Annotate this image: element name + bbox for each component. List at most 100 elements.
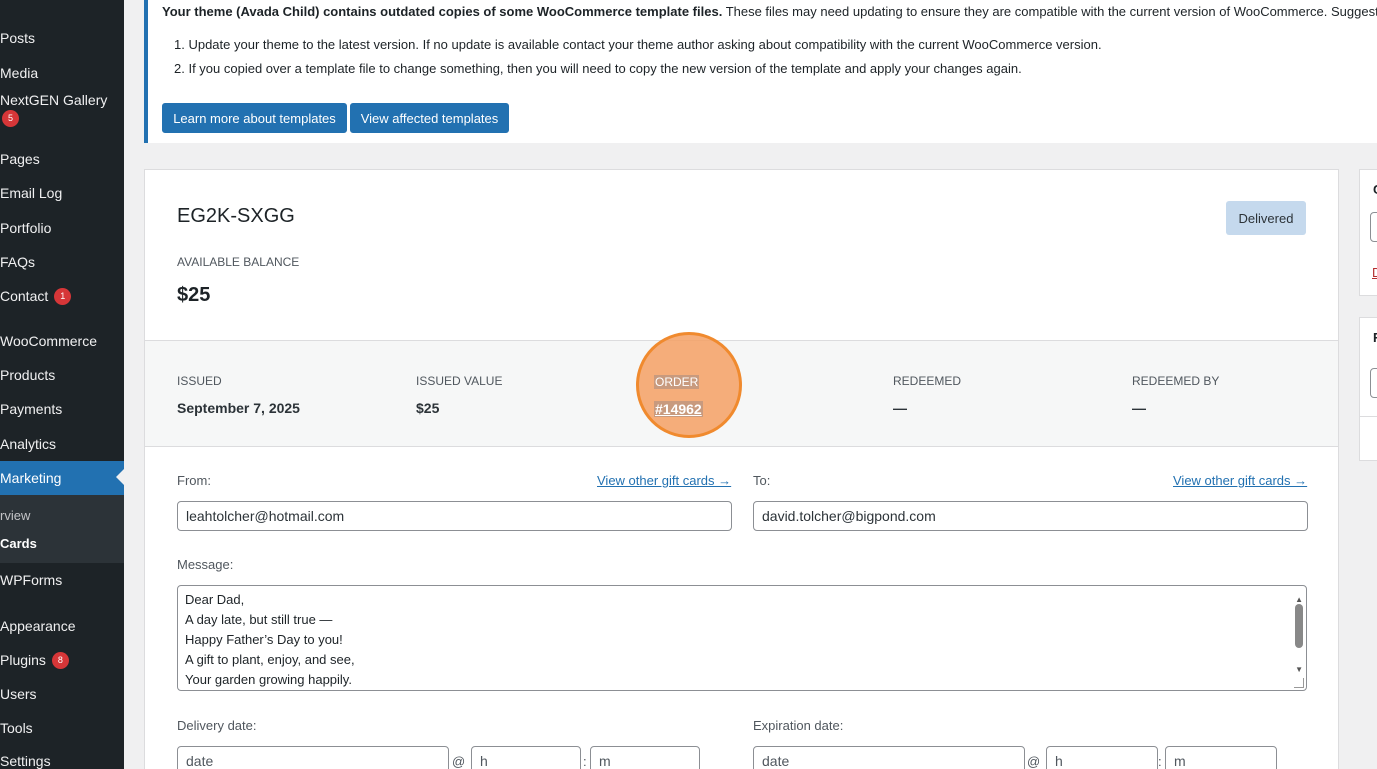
sidebar-item-marketing[interactable]: Marketing	[0, 461, 124, 495]
sidebar-item-label: Posts	[0, 30, 36, 46]
stat-label: ISSUED	[177, 374, 222, 388]
update-count-badge: 5	[2, 110, 19, 127]
sidebar-item-label: Contact	[0, 288, 49, 304]
to-label: To:	[753, 473, 771, 488]
hour-placeholder: h	[480, 753, 488, 769]
gift-card-panel: EG2K-SXGG Delivered AVAILABLE BALANCE $2…	[144, 169, 1339, 769]
sidebar-item-products[interactable]: Products	[0, 360, 124, 390]
sidebar-item-payments[interactable]: Payments	[0, 394, 124, 424]
balance-value: $25	[177, 284, 211, 306]
sidebar-item-label: FAQs	[0, 254, 36, 270]
time-colon: :	[583, 754, 587, 769]
stat-order: ORDER #14962	[654, 373, 703, 419]
sidebar-item-label: Payments	[0, 401, 63, 417]
to-view-other-gift-cards-link[interactable]: View other gift cards →	[1173, 473, 1307, 488]
at-separator: @	[1027, 754, 1041, 769]
from-view-other-gift-cards-link[interactable]: View other gift cards →	[597, 473, 731, 488]
sidebar-item-contact[interactable]: Contact 1	[0, 281, 124, 311]
sidebar-item-label: Marketing	[0, 470, 62, 486]
message-textarea[interactable]: Dear Dad, A day late, but still true — H…	[177, 585, 1307, 691]
sidebar-item-label: Products	[0, 367, 56, 383]
side-panel-input[interactable]	[1370, 368, 1377, 398]
submenu-item-gift-cards[interactable]: Cards	[0, 536, 37, 551]
balance-label: AVAILABLE BALANCE	[177, 255, 300, 269]
sidebar-item-media[interactable]: Media	[0, 58, 124, 88]
sidebar-item-label: Plugins	[0, 652, 46, 668]
delivery-date-label: Delivery date:	[177, 718, 257, 733]
to-email-field[interactable]: david.tolcher@bigpond.com	[753, 501, 1308, 531]
submenu-item-overview[interactable]: rview	[0, 508, 30, 523]
admin-sidebar: Posts Media NextGEN Gallery 5 Pages Emai…	[0, 0, 124, 769]
message-line: Your garden growing happily.	[185, 672, 352, 687]
sidebar-item-label: Portfolio	[0, 220, 52, 236]
sidebar-item-label: WooCommerce	[0, 333, 97, 349]
message-line: A gift to plant, enjoy, and see,	[185, 652, 355, 667]
learn-more-templates-button[interactable]: Learn more about templates	[162, 103, 347, 133]
sidebar-item-label: Media	[0, 65, 39, 81]
stat-redeemed-by: REDEEMED BY —	[1132, 374, 1219, 416]
time-colon: :	[1158, 754, 1162, 769]
sidebar-item-label: Analytics	[0, 436, 57, 452]
sidebar-item-analytics[interactable]: Analytics	[0, 429, 124, 459]
gift-card-stats: ISSUED September 7, 2025 ISSUED VALUE $2…	[145, 340, 1338, 447]
side-panel-top: C D	[1359, 169, 1377, 296]
sidebar-item-appearance[interactable]: Appearance	[0, 611, 124, 641]
notice-rest-text: These files may need updating to ensure …	[722, 4, 1377, 19]
notice-bold-text: Your theme (Avada Child) contains outdat…	[162, 4, 723, 19]
sidebar-item-label: Settings	[0, 753, 51, 769]
delivery-minute-input[interactable]: m	[590, 746, 700, 769]
stat-value: —	[893, 400, 907, 416]
sidebar-item-nextgen-gallery[interactable]: NextGEN Gallery 5	[0, 92, 124, 136]
side-panel-heading: F	[1373, 330, 1377, 345]
sidebar-item-tools[interactable]: Tools	[0, 713, 124, 743]
from-email-field[interactable]: leahtolcher@hotmail.com	[177, 501, 732, 531]
sidebar-item-faqs[interactable]: FAQs	[0, 247, 124, 277]
sidebar-item-posts[interactable]: Posts	[0, 23, 124, 53]
notice-step-2: 2. If you copied over a template file to…	[174, 61, 1022, 76]
sidebar-item-wpforms[interactable]: WPForms	[0, 565, 124, 595]
sidebar-item-users[interactable]: Users	[0, 679, 124, 709]
stat-label: REDEEMED BY	[1132, 374, 1220, 388]
notice-step-1: 1. Update your theme to the latest versi…	[174, 37, 1102, 52]
stat-value: $25	[416, 400, 440, 416]
minute-placeholder: m	[1174, 753, 1186, 769]
sidebar-item-label: NextGEN Gallery	[0, 92, 108, 108]
message-label: Message:	[177, 557, 234, 572]
expiration-minute-input[interactable]: m	[1165, 746, 1277, 769]
notice-message: Your theme (Avada Child) contains outdat…	[162, 4, 1377, 19]
scroll-down-arrow-icon[interactable]: ▼	[1295, 660, 1303, 680]
delivery-date-input[interactable]: date	[177, 746, 449, 769]
update-count-badge: 1	[54, 287, 72, 305]
delivery-hour-input[interactable]: h	[471, 746, 581, 769]
side-panel-delete-link[interactable]: D	[1372, 265, 1377, 280]
side-panel-heading: C	[1373, 182, 1377, 197]
side-panel-divider	[1360, 416, 1377, 417]
view-affected-templates-button[interactable]: View affected templates	[350, 103, 509, 133]
expiration-date-label: Expiration date:	[753, 718, 844, 733]
sidebar-item-plugins[interactable]: Plugins 8	[0, 645, 124, 675]
textarea-scrollbar[interactable]	[1295, 604, 1303, 648]
sidebar-item-pages[interactable]: Pages	[0, 144, 124, 174]
sidebar-item-label: Appearance	[0, 618, 76, 634]
expiration-hour-input[interactable]: h	[1046, 746, 1158, 769]
date-placeholder: date	[186, 753, 214, 769]
stat-label: REDEEMED	[893, 374, 962, 388]
expiration-date-input[interactable]: date	[753, 746, 1025, 769]
sidebar-item-woocommerce[interactable]: WooCommerce	[0, 326, 124, 356]
sidebar-item-label: Pages	[0, 151, 40, 167]
sidebar-item-settings[interactable]: Settings	[0, 746, 124, 769]
gift-card-code: EG2K-SXGG	[177, 205, 295, 227]
stat-label: ISSUED VALUE	[416, 374, 503, 388]
order-link[interactable]: #14962	[654, 401, 703, 417]
stat-redeemed: REDEEMED —	[893, 374, 961, 416]
sidebar-item-portfolio[interactable]: Portfolio	[0, 213, 124, 243]
side-panel-input[interactable]	[1370, 212, 1377, 242]
template-outdated-notice: Your theme (Avada Child) contains outdat…	[144, 0, 1377, 143]
stat-value: —	[1132, 400, 1146, 416]
sidebar-item-label: Email Log	[0, 185, 63, 201]
resize-handle-icon[interactable]	[1294, 678, 1304, 688]
minute-placeholder: m	[599, 753, 611, 769]
marketing-submenu	[0, 495, 124, 563]
update-count-badge: 8	[51, 651, 69, 669]
sidebar-item-email-log[interactable]: Email Log	[0, 178, 124, 208]
